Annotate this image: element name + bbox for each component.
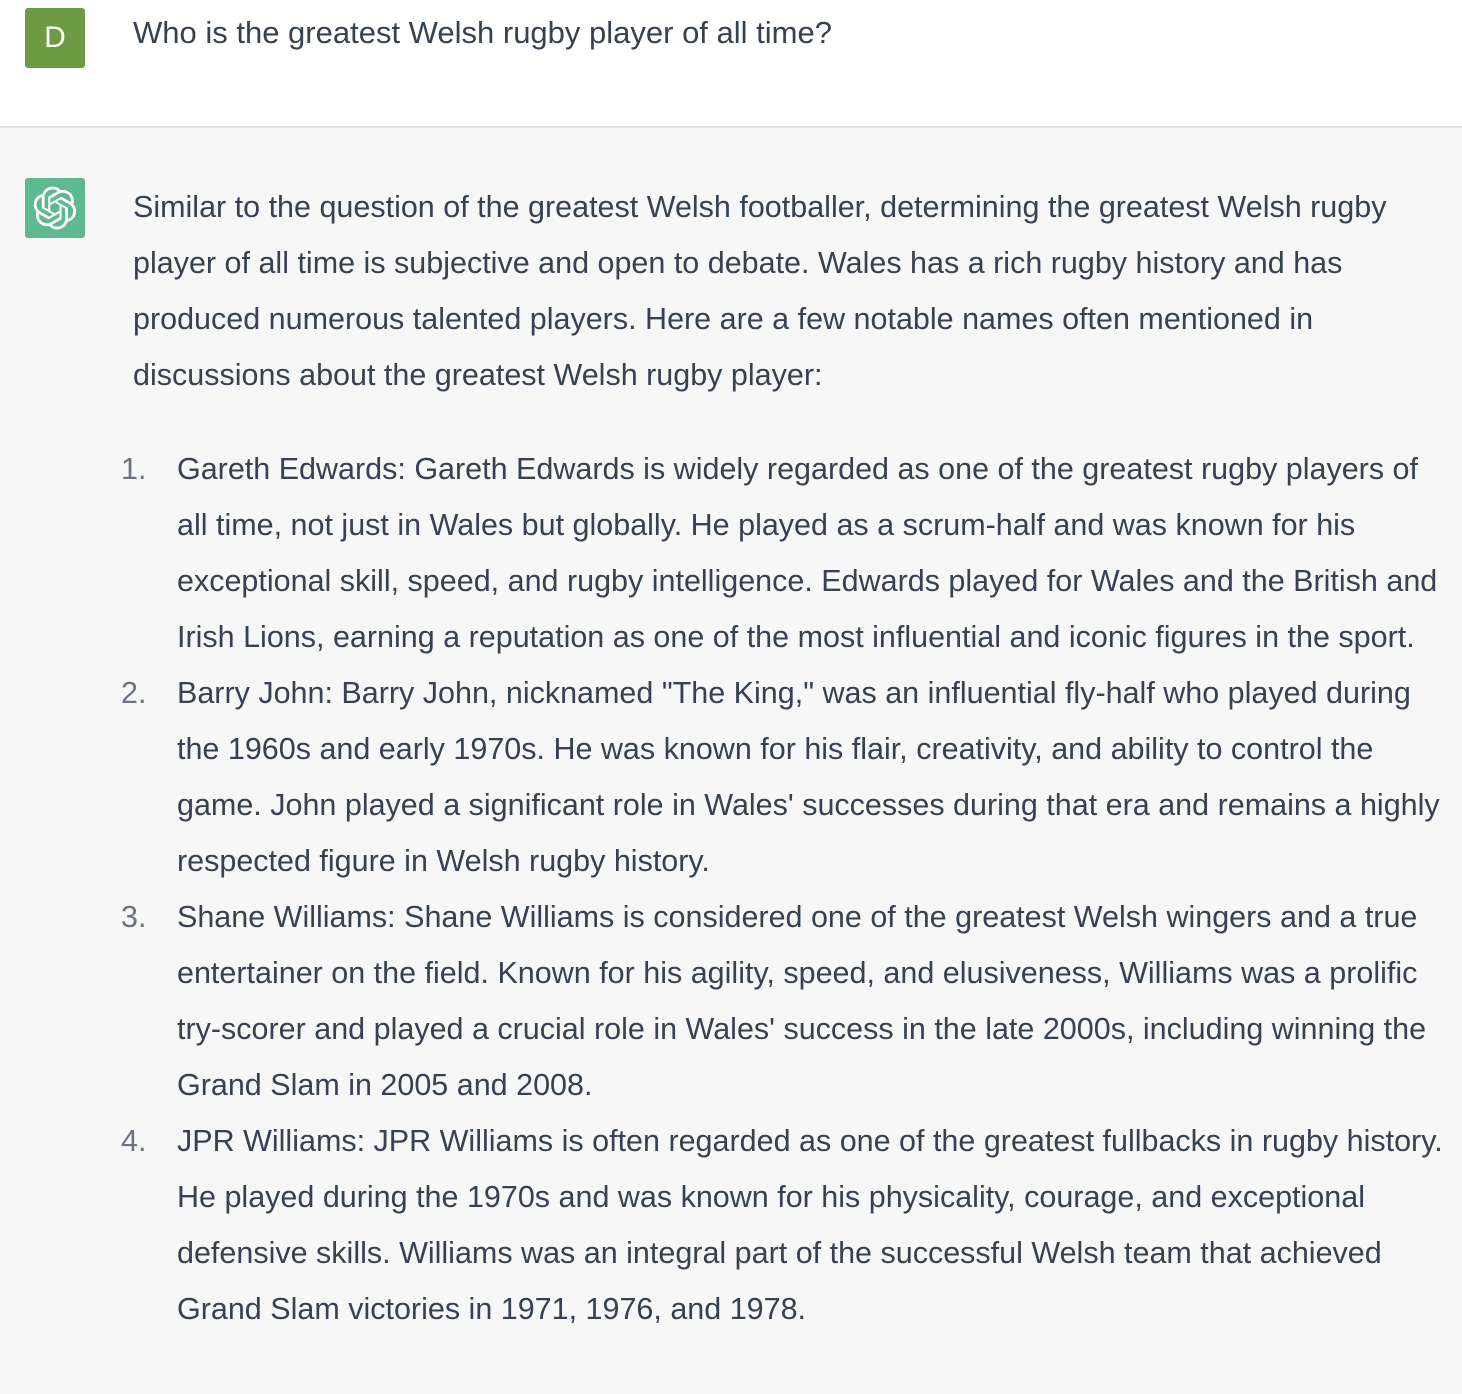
player-list: 1. Gareth Edwards: Gareth Edwards is wid…: [121, 441, 1443, 1337]
list-item: 2. Barry John: Barry John, nicknamed "Th…: [121, 665, 1443, 889]
list-item-text: Shane Williams: Shane Williams is consid…: [177, 900, 1427, 1102]
list-item: 3. Shane Williams: Shane Williams is con…: [121, 889, 1443, 1113]
list-item-text: JPR Williams: JPR Williams is often rega…: [177, 1124, 1443, 1326]
assistant-intro-paragraph: Similar to the question of the greatest …: [133, 190, 1387, 392]
list-item-number: 4.: [121, 1124, 147, 1158]
user-avatar: D: [25, 8, 85, 68]
assistant-message-row: Similar to the question of the greatest …: [0, 128, 1462, 1394]
list-item-text: Barry John: Barry John, nicknamed "The K…: [177, 676, 1440, 878]
list-item: 4. JPR Williams: JPR Williams is often r…: [121, 1113, 1443, 1337]
list-item: 1. Gareth Edwards: Gareth Edwards is wid…: [121, 441, 1443, 665]
openai-logo-svg: [33, 186, 77, 230]
list-item-number: 3.: [121, 900, 147, 934]
user-message-row: D Who is the greatest Welsh rugby player…: [0, 0, 1462, 128]
openai-logo-icon: [25, 178, 85, 238]
user-message-text: Who is the greatest Welsh rugby player o…: [133, 15, 832, 50]
list-item-text: Gareth Edwards: Gareth Edwards is widely…: [177, 452, 1438, 654]
assistant-message-content: Similar to the question of the greatest …: [121, 179, 1443, 1337]
list-item-number: 2.: [121, 676, 147, 710]
list-item-number: 1.: [121, 452, 147, 486]
